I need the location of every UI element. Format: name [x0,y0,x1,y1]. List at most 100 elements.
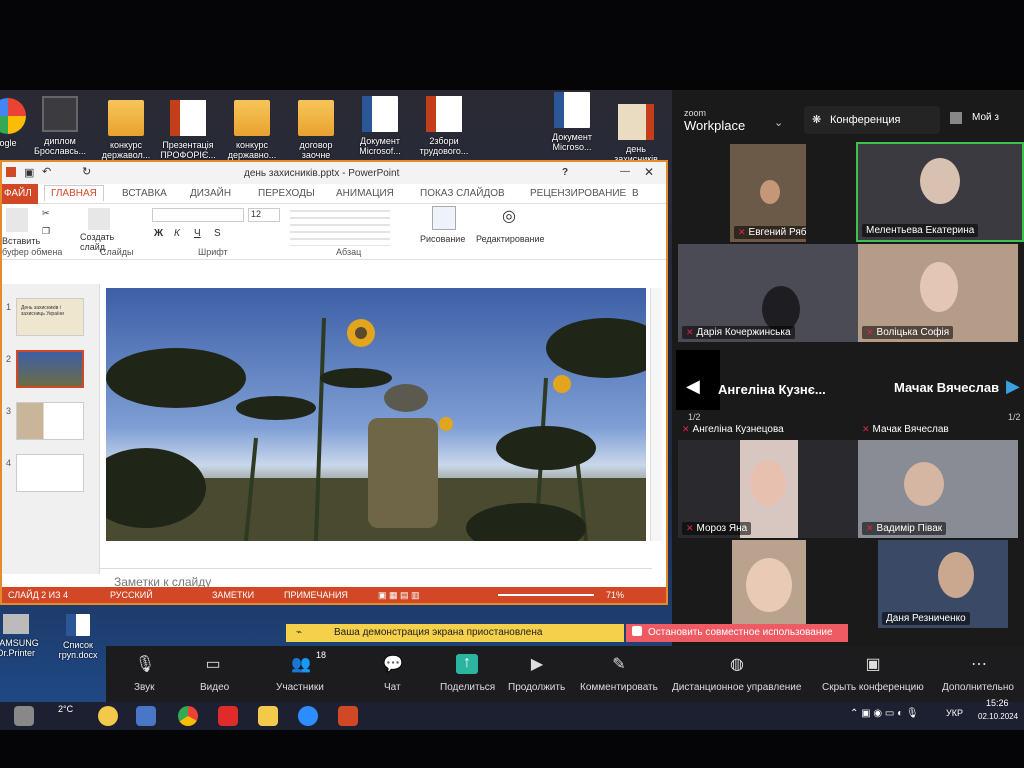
slide-scrollbar[interactable] [650,288,662,541]
minimize-button[interactable]: — [620,166,630,177]
save-icon[interactable]: ▣ [24,166,34,179]
youtube-icon[interactable] [218,706,238,726]
mic-muted-icon: ✕ [686,327,694,337]
desktop-icon-word-doc[interactable]: Документ Microsof... [348,96,412,156]
participant-name: ✕ Мороз Яна [682,522,752,535]
notes-button[interactable]: ЗАМЕТКИ [212,590,254,600]
tab-file[interactable]: ФАЙЛ [2,184,38,204]
tab-design[interactable]: ДИЗАЙН [190,188,231,199]
clock-time[interactable]: 15:26 [986,698,1009,708]
share-arrow-icon[interactable]: ↑ [456,654,478,674]
app-icon[interactable] [98,706,118,726]
view-buttons[interactable]: ▣ ▦ ▤ ▥ [378,590,420,601]
participant-tile-7[interactable]: ✕ Мороз Яна [678,440,858,538]
close-button[interactable]: ✕ [644,165,654,179]
tab-animation[interactable]: АНИМАЦИЯ [336,188,394,199]
participant-tile-3[interactable]: ✕ Дарія Кочержинська [678,244,858,342]
desktop-icon-label: Документ Microso... [552,132,592,152]
underline-button[interactable]: Ч [194,228,201,239]
status-language[interactable]: РУССКИЙ [110,590,153,600]
font-size-select[interactable]: 12 [248,208,280,222]
desktop-icon-meeting[interactable]: 2збори трудового... [412,96,476,156]
audio-button[interactable]: Звук [134,682,155,693]
zoom-app-icon[interactable] [298,706,318,726]
input-language[interactable]: УКР [946,708,963,718]
tab-transitions[interactable]: ПЕРЕХОДЫ [258,188,315,199]
slide-thumb-3[interactable] [16,402,84,440]
mouse-icon[interactable]: ◍ [726,654,748,674]
participants-icon[interactable]: 👥 [290,654,312,674]
arrow-right-icon[interactable]: ▶ [1006,376,1020,397]
resume-button[interactable]: Продолжить [508,682,565,693]
slide-canvas[interactable] [106,288,646,541]
powerpoint-app-icon[interactable] [338,706,358,726]
undo-icon[interactable]: ↶ [42,165,51,178]
desktop-icon-printer[interactable]: SAMSUNG Dr.Printer [0,614,48,658]
pencil-icon[interactable]: ✎ [608,654,630,674]
hide-meeting-button[interactable]: Скрыть конференцию [822,682,924,693]
chevron-down-icon[interactable]: ⌄ [774,116,783,129]
copy-icon[interactable]: ❐ [42,226,50,237]
microphone-icon[interactable]: 🎙 [134,654,156,674]
hide-meeting-icon[interactable]: ▣ [862,654,884,674]
store-icon[interactable] [136,706,156,726]
zoom-level[interactable]: 71% [606,590,624,600]
participant-tile-4[interactable]: ✕ Воліцька Софія [858,244,1018,342]
participant-tile-10[interactable]: Даня Резниченко [878,540,1008,628]
desktop-icon-diploma[interactable]: диплом Брославсь... [28,96,92,156]
task-view-icon[interactable] [14,706,34,726]
participant-tile-9[interactable] [732,540,806,628]
remote-control-button[interactable]: Дистанционное управление [672,682,801,693]
windows-taskbar: 2°C ⌃ ▣ ◉ ▭ ◐ 🎙 УКР 15:26 02.10.2024 [0,698,1024,730]
participant-tile-1[interactable]: ✕Евгений Рябиненко [730,144,806,242]
video-camera-icon[interactable]: ▭ [202,654,224,674]
participant-tile-2[interactable]: Мелентьева Екатерина [856,142,1024,242]
chat-icon[interactable]: 💬 [382,654,404,674]
bold-button[interactable]: Ж [154,228,163,239]
more-button[interactable]: Дополнительно [942,682,1014,693]
help-button[interactable]: ? [562,167,568,178]
slide-thumb-1[interactable]: День захисників і захисниць України [16,298,84,336]
desktop-icon-presentation[interactable]: Презентація ПРОФОРІЄ... [156,100,220,160]
play-icon[interactable]: ▶ [526,654,548,674]
desktop-icon-group-list[interactable]: Список груп.docx [46,614,110,660]
file-explorer-icon[interactable] [258,706,278,726]
font-family-select[interactable] [152,208,244,222]
participant-tile-8[interactable]: ✕ Вадимір Півак [858,440,1018,538]
italic-button[interactable]: К [174,228,180,239]
desktop-icon-folder-contest-2[interactable]: конкурс державно... [220,100,284,160]
tab-more[interactable]: В [632,188,639,199]
paste-button[interactable]: Вставить [2,236,40,246]
drawing-button[interactable]: Рисование [420,234,465,244]
strikethrough-button[interactable]: S [214,228,221,239]
tab-review[interactable]: РЕЦЕНЗИРОВАНИЕ [530,188,626,199]
system-tray-icons[interactable]: ⌃ ▣ ◉ ▭ ◐ 🎙 [850,708,919,719]
tab-home[interactable]: ГЛАВНАЯ [44,185,104,201]
comments-button[interactable]: ПРИМЕЧАНИЯ [284,590,348,600]
chrome-icon[interactable] [178,706,198,726]
chat-button[interactable]: Чат [384,682,401,693]
desktop-icon-word-doc-2[interactable]: Документ Microso... [540,92,604,152]
participant-name-text: Вадимір Півак [876,523,943,534]
desktop-icon-defenders-day[interactable]: день захисників [604,104,668,164]
tab-slideshow[interactable]: ПОКАЗ СЛАЙДОВ [420,188,505,199]
editing-button[interactable]: Редактирование [476,234,545,244]
redo-icon[interactable]: ↻ [82,165,91,178]
clock-date[interactable]: 02.10.2024 [978,712,1018,721]
video-button[interactable]: Видео [200,682,229,693]
desktop-icon-folder-contract[interactable]: договор заочне [284,100,348,160]
annotate-button[interactable]: Комментировать [580,682,658,693]
slide-thumb-4[interactable] [16,454,84,492]
weather-temp[interactable]: 2°C [58,704,73,714]
paragraph-controls[interactable] [290,210,390,246]
tab-insert[interactable]: ВСТАВКА [122,188,167,199]
desktop-icon-folder-contest[interactable]: конкурс державол... [94,100,158,160]
stop-icon [632,626,642,636]
zoom-slider[interactable] [498,594,594,596]
participant-name: Мелентьева Екатерина [862,224,979,237]
slide-thumb-2[interactable] [16,350,84,388]
participants-button[interactable]: Участники [276,682,324,693]
more-icon[interactable]: ⋯ [968,654,990,674]
cut-icon[interactable]: ✂ [42,208,50,219]
share-button[interactable]: Поделиться [440,682,495,693]
